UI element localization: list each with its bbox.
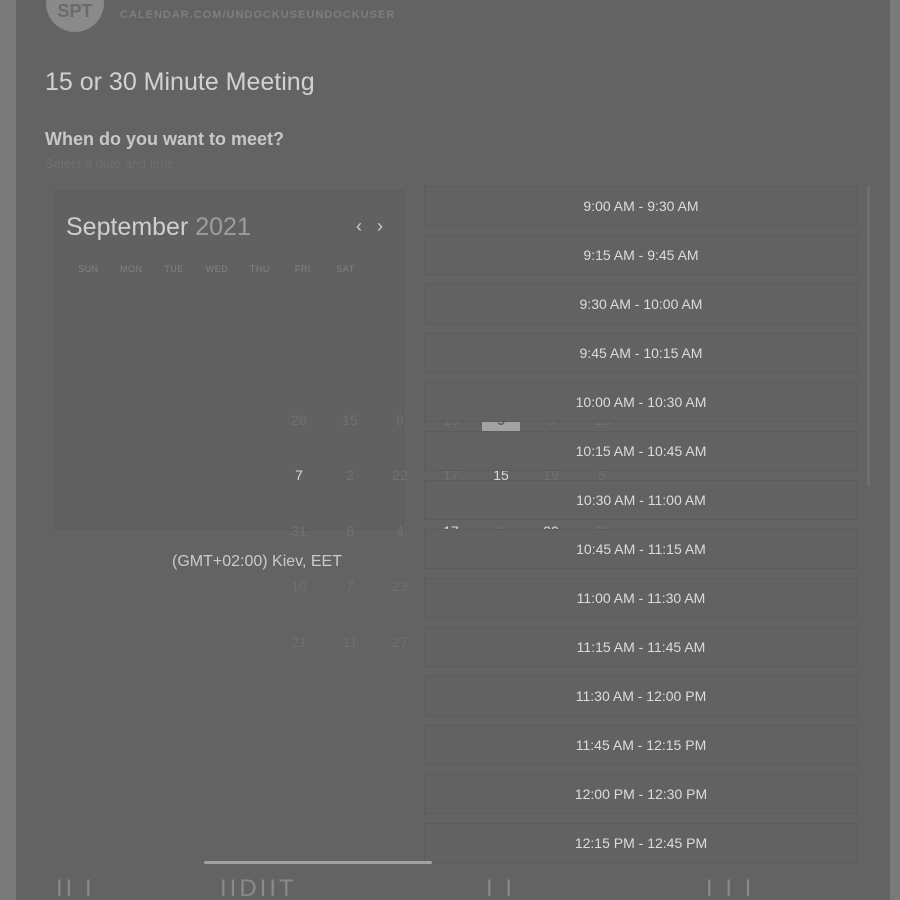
next-month-icon[interactable]: › [373, 217, 387, 235]
time-slot-button[interactable]: 10:15 AM - 10:45 AM [424, 431, 858, 471]
time-slot-button[interactable]: 10:30 AM - 11:00 AM [424, 480, 858, 520]
time-slot-label: 10:15 AM - 10:45 AM [575, 443, 707, 459]
time-slot-label: 12:15 PM - 12:45 PM [574, 835, 708, 851]
calendar-date: 4 [396, 523, 404, 539]
footer-mark: I I [486, 875, 516, 900]
footer-progress-bar [204, 861, 432, 864]
time-slot-label: 9:15 AM - 9:45 AM [583, 247, 699, 263]
section-subheading: Select a date and time [45, 156, 175, 171]
time-slot-label: 11:30 AM - 12:00 PM [575, 688, 707, 704]
time-slot-button[interactable]: 12:00 PM - 12:30 PM [424, 774, 858, 814]
calendar-date: 31 [291, 523, 307, 539]
time-slot-button[interactable]: 9:45 AM - 10:15 AM [424, 333, 858, 373]
time-slot-button[interactable]: 11:15 AM - 11:45 AM [424, 627, 858, 667]
calendar-date: 27 [392, 634, 408, 650]
footer-mark: II I [56, 875, 95, 900]
calendar-date: 22 [392, 467, 408, 483]
footer-mark: IIDIIT [220, 875, 297, 900]
calendar-date: 8 [346, 523, 354, 539]
weekday-label: FRI [294, 264, 311, 274]
time-slot-label: 12:00 PM - 12:30 PM [574, 786, 708, 802]
time-slot-button[interactable]: 11:30 AM - 12:00 PM [424, 676, 858, 716]
weekday-label: SUN [78, 264, 99, 274]
calendar-date: 21 [291, 634, 307, 650]
booking-page: SPT CALENDAR.COM/UNDOCKUSEUNDOCKUSER 15 … [16, 0, 890, 900]
time-slot-label: 10:00 AM - 10:30 AM [575, 394, 707, 410]
calendar-date[interactable]: 7 [281, 457, 317, 493]
timezone-selector[interactable]: (GMT+02:00) Kiev, EET [172, 553, 342, 571]
time-slot-label: 11:45 AM - 12:15 PM [575, 737, 707, 753]
time-slot-label: 9:45 AM - 10:15 AM [579, 345, 703, 361]
time-slot-button[interactable]: 9:30 AM - 10:00 AM [424, 284, 858, 324]
time-slot-button[interactable]: 11:45 AM - 12:15 PM [424, 725, 858, 765]
calendar-date: 28 [291, 412, 307, 428]
year-label: 2021 [195, 213, 251, 241]
weekday-label: THU [249, 264, 270, 274]
month-label: September [66, 213, 189, 241]
calendar-date: 9 [396, 412, 404, 428]
calendar-date: 23 [392, 578, 408, 594]
calendar-date: 11 [342, 634, 358, 650]
time-slot-label: 9:30 AM - 10:00 AM [579, 296, 703, 312]
calendar-date: 10 [291, 578, 307, 594]
avatar-initials: SPT [57, 1, 93, 21]
weekday-label: SAT [336, 264, 355, 274]
calendar-date: 7 [346, 578, 354, 594]
time-slot-label: 10:30 AM - 11:00 AM [576, 492, 706, 508]
weekday-label: WED [205, 264, 229, 274]
time-slot-scrollbar[interactable] [867, 186, 870, 486]
section-heading: When do you want to meet? [45, 129, 284, 149]
time-slot-label: 10:45 AM - 11:15 AM [576, 541, 706, 557]
footer-mark: I I I [706, 875, 755, 900]
time-slot-button[interactable]: 10:00 AM - 10:30 AM [424, 382, 858, 422]
time-slot-button[interactable]: 9:00 AM - 9:30 AM [424, 186, 858, 226]
time-slot-button[interactable]: 12:15 PM - 12:45 PM [424, 823, 858, 863]
time-slot-button[interactable]: 11:00 AM - 11:30 AM [424, 578, 858, 618]
calendar-date: 15 [342, 412, 358, 428]
time-slot-label: 9:00 AM - 9:30 AM [583, 198, 699, 214]
time-slot-button[interactable]: 9:15 AM - 9:45 AM [424, 235, 858, 275]
time-slot-list: 9:00 AM - 9:30 AM 9:15 AM - 9:45 AM 9:30 A… [424, 186, 858, 886]
weekday-label: TUE [164, 264, 184, 274]
previous-month-icon[interactable]: ‹ [352, 217, 366, 235]
page-title: 15 or 30 Minute Meeting [45, 68, 315, 96]
calendar-date: 2 [346, 467, 354, 483]
month-year-label: September 2021 [66, 213, 251, 242]
weekday-header: SUN MON TUE WED THU FRI SAT [67, 264, 367, 274]
calendar-url[interactable]: CALENDAR.COM/UNDOCKUSEUNDOCKUSER [120, 9, 395, 21]
footer-marks: II I IIDIIT I I I I I [16, 875, 890, 900]
time-slot-label: 11:15 AM - 11:45 AM [576, 639, 706, 655]
time-slot-button[interactable]: 10:45 AM - 11:15 AM [424, 529, 858, 569]
avatar: SPT [46, 0, 104, 32]
weekday-label: MON [120, 264, 143, 274]
time-slot-label: 11:00 AM - 11:30 AM [576, 590, 706, 606]
